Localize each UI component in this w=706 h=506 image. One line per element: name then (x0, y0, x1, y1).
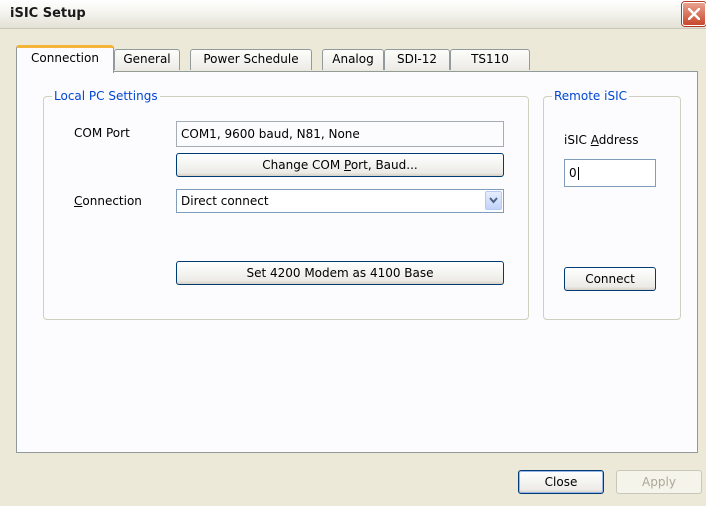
change-com-port-label-after: ort, Baud... (350, 158, 418, 172)
tab-ts110[interactable]: TS110 (450, 49, 530, 70)
com-port-label: COM Port (74, 126, 130, 140)
remote-isic-group: Remote iSIC iSIC Address 0 Connect (543, 89, 681, 320)
close-button[interactable]: Close (518, 470, 604, 494)
com-port-value: COM1, 9600 baud, N81, None (176, 121, 504, 147)
isic-address-mnemonic: A (590, 133, 599, 147)
title-bar[interactable]: iSIC Setup (0, 0, 706, 29)
dropdown-arrow[interactable] (485, 191, 502, 210)
apply-button[interactable]: Apply (616, 470, 702, 494)
tab-general[interactable]: General (114, 49, 180, 70)
connection-dropdown[interactable]: Direct connect (176, 189, 504, 213)
tab-analog[interactable]: Analog (322, 49, 384, 70)
isic-address-value: 0 (569, 166, 577, 180)
text-caret (577, 167, 579, 180)
tab-connection[interactable]: Connection (16, 45, 114, 73)
isic-address-label: iSIC Address (564, 133, 638, 147)
remote-isic-legend: Remote iSIC (552, 89, 629, 103)
isic-setup-dialog: iSIC Setup Connection General Power Sche… (0, 0, 706, 506)
connection-label-rest: onnection (82, 194, 142, 208)
set-modem-button[interactable]: Set 4200 Modem as 4100 Base (176, 261, 504, 285)
isic-address-input[interactable]: 0 (564, 159, 656, 187)
tab-sdi-12[interactable]: SDI-12 (384, 49, 450, 70)
local-pc-settings-legend: Local PC Settings (52, 89, 160, 103)
connection-selected-value: Direct connect (181, 194, 269, 208)
isic-address-label-after: ddress (598, 133, 639, 147)
change-com-port-button[interactable]: Change COM Port, Baud... (176, 153, 504, 177)
change-com-port-label-before: Change COM (262, 158, 345, 172)
isic-address-label-before: iSIC (564, 133, 591, 147)
window-close-button[interactable] (682, 2, 706, 26)
connection-label: Connection (74, 194, 142, 208)
change-com-port-mnemonic: P (344, 158, 351, 172)
chevron-down-icon (489, 197, 498, 204)
window-title: iSIC Setup (10, 6, 86, 21)
close-icon (688, 8, 700, 20)
tab-power-schedule[interactable]: Power Schedule (190, 49, 312, 70)
connection-tab-panel: Local PC Settings COM Port COM1, 9600 ba… (16, 71, 698, 453)
connect-button[interactable]: Connect (564, 267, 656, 291)
local-pc-settings-group: Local PC Settings COM Port COM1, 9600 ba… (43, 89, 529, 320)
